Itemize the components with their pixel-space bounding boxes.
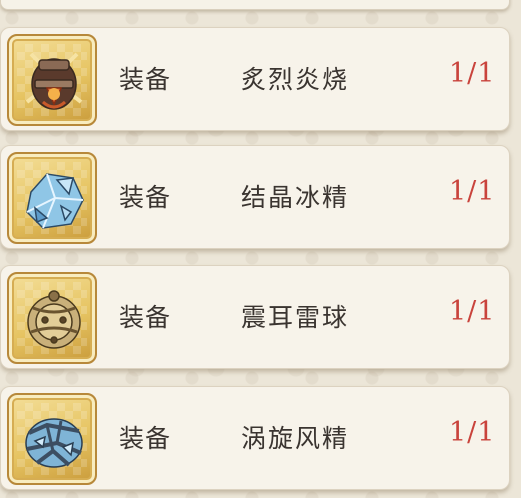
item-count: 1/1 [449,58,496,89]
ice-crystal-icon [26,173,84,229]
list-item[interactable]: 装备 结晶冰精 1/1 [0,145,510,249]
item-name: 涡旋风精 [241,424,350,453]
item-type-label: 装备 [119,65,172,94]
item-count: 1/1 [449,176,496,207]
fire-bomb-icon [25,52,83,110]
item-icon-frame [7,152,97,244]
wind-crystal-icon [25,418,83,468]
item-count: 1/1 [449,296,496,327]
item-type-label: 装备 [119,183,172,212]
list-item[interactable]: 装备 涡旋风精 1/1 [0,386,510,490]
item-count: 1/1 [449,417,496,448]
item-icon-frame [7,393,97,485]
item-name: 炙烈炎烧 [241,65,350,94]
previous-row-edge [0,0,510,10]
list-item[interactable]: 装备 炙烈炎烧 1/1 [0,27,510,131]
item-name: 震耳雷球 [241,303,350,332]
list-item[interactable]: 装备 震耳雷球 1/1 [0,265,510,369]
item-type-label: 装备 [119,303,172,332]
thunder-orb-icon [27,290,81,349]
item-icon-frame [7,272,97,364]
item-name: 结晶冰精 [241,183,350,212]
equipment-list: 装备 炙烈炎烧 1/1 装备 结晶冰精 1/1 装备 震耳雷球 1/1 装备 涡… [0,0,521,498]
item-icon-frame [7,34,97,126]
item-type-label: 装备 [119,424,172,453]
